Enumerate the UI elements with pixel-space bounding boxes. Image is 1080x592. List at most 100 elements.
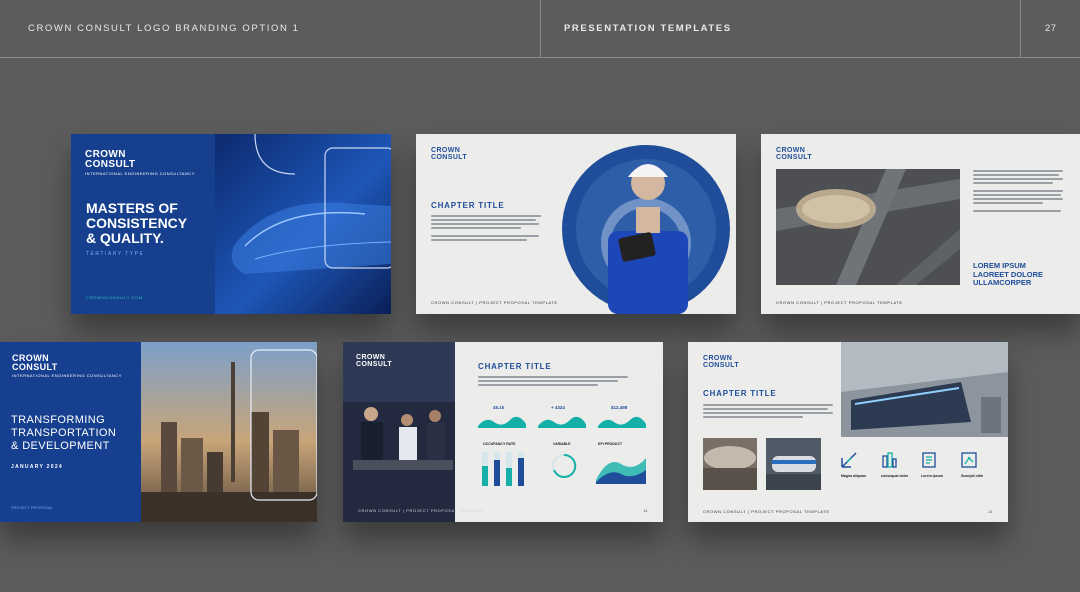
slide-footer: CROWNCONSULT.COM xyxy=(86,295,144,300)
stat-value: 45.1k xyxy=(493,405,505,410)
body-text-line xyxy=(478,376,628,378)
station-photo-small xyxy=(703,438,757,490)
slide-page-number: 14 xyxy=(643,508,648,513)
headline-line: ULLAMCORPER xyxy=(973,278,1032,287)
logo-line2: CONSULT xyxy=(776,154,813,161)
meeting-photo xyxy=(343,342,455,522)
logo-line2: CONSULT xyxy=(703,362,740,369)
city-skyline-photo xyxy=(141,342,317,522)
bar-chart-graphic xyxy=(482,452,524,486)
panel-title: KPI PRODUCT xyxy=(598,442,623,446)
slide-chapter-rail[interactable]: CROWN CONSULT CHAPTER TITLE Magna aliqua… xyxy=(688,342,1008,522)
slide-masters-of-consistency[interactable]: CROWN CONSULT INTERNATIONAL ENGINEERING … xyxy=(71,134,391,314)
logo: CROWN CONSULT xyxy=(356,354,392,368)
logo: CROWN CONSULT INTERNATIONAL ENGINEERING … xyxy=(85,150,195,177)
drafting-icon xyxy=(841,452,857,468)
header-section: PRESENTATION TEMPLATES xyxy=(564,23,732,34)
body-text-line xyxy=(973,190,1063,192)
body-text-line xyxy=(478,380,618,382)
panel-title: VARIABLE xyxy=(553,442,571,446)
slide-transforming-transportation[interactable]: CROWN CONSULT INTERNATIONAL ENGINEERING … xyxy=(0,342,317,522)
body-text-line xyxy=(703,412,833,414)
slide-headline: MASTERS OF CONSISTENCY & QUALITY. xyxy=(86,201,187,246)
slide-footer: CROWN CONSULT | PROJECT PROPOSAL TEMPLAT… xyxy=(776,300,903,305)
logo: CROWN CONSULT xyxy=(703,355,739,369)
chapter-title: CHAPTER TITLE xyxy=(431,201,505,210)
body-text-line xyxy=(431,215,541,217)
header-bar: CROWN CONSULT LOGO BRANDING OPTION 1 PRE… xyxy=(0,0,1080,58)
headline-line: TRANSFORMING xyxy=(11,414,106,426)
body-text-line xyxy=(973,210,1061,212)
logo: CROWN CONSULT xyxy=(776,147,812,161)
train-image xyxy=(215,134,391,314)
logo-tagline: INTERNATIONAL ENGINEERING CONSULTANCY xyxy=(12,373,122,378)
chapter-title: CHAPTER TITLE xyxy=(703,389,777,398)
body-text-line xyxy=(703,416,803,418)
map-grid-icon xyxy=(961,452,977,468)
slide-chapter-dashboard[interactable]: CROWN CONSULT CHAPTER TITLE 45.1k + 4324… xyxy=(343,342,663,522)
chapter-title: CHAPTER TITLE xyxy=(478,362,552,371)
slide-chapter-engineer[interactable]: CROWN CONSULT CHAPTER TITLE CROWN CONSUL… xyxy=(416,134,736,314)
panel-title: OCCUPANCY RATE xyxy=(483,442,516,446)
body-text-line xyxy=(973,198,1063,200)
body-text-line xyxy=(973,178,1063,180)
slide-footer: CROWN CONSULT | PROJECT PROPOSAL TEMPLAT… xyxy=(703,509,830,514)
header-divider xyxy=(1020,0,1021,57)
headline-line: TRANSPORTATION xyxy=(11,427,117,439)
header-title: CROWN CONSULT LOGO BRANDING OPTION 1 xyxy=(28,23,300,34)
body-text-line xyxy=(431,227,521,229)
train-station-photo xyxy=(841,342,1008,437)
logo-line2: CONSULT xyxy=(431,154,468,161)
donut-chart-graphic xyxy=(552,453,577,478)
headline-line: MASTERS OF xyxy=(86,200,178,216)
logo-line1: CROWN xyxy=(776,147,806,154)
slide-subline: TERTIARY TYPE xyxy=(86,251,145,257)
headline-line: & DEVELOPMENT xyxy=(11,440,110,452)
logo-line2: CONSULT xyxy=(85,159,136,170)
logo-line2: CONSULT xyxy=(12,362,58,372)
body-text-line xyxy=(973,194,1061,196)
body-text-line xyxy=(431,239,527,241)
headline-line: CONSISTENCY xyxy=(86,215,188,231)
blueprint-document-icon xyxy=(921,452,937,468)
logo-line1: CROWN xyxy=(356,354,386,361)
logo-line1: CROWN xyxy=(703,355,733,362)
logo: CROWN CONSULT xyxy=(431,147,467,161)
body-text-line xyxy=(973,170,1063,172)
logo-line2: CONSULT xyxy=(356,361,393,368)
logo-line1: CROWN xyxy=(431,147,461,154)
feature-label: Lorem ipsum xyxy=(921,474,943,478)
body-text-line xyxy=(703,408,828,410)
logo: CROWN CONSULT INTERNATIONAL ENGINEERING … xyxy=(12,354,122,379)
train-photo-small xyxy=(766,438,821,490)
slide-footer: CROWN CONSULT | PROJECT PROPOSAL TEMPLAT… xyxy=(431,300,558,305)
slide-date: JANUARY 2024 xyxy=(11,464,64,470)
feature-label: Magna aliquam xyxy=(841,474,867,478)
headline-line: & QUALITY. xyxy=(86,230,164,246)
area-chart-graphic xyxy=(596,458,646,484)
body-text-line xyxy=(703,404,833,406)
engineer-photo-circle xyxy=(560,143,732,314)
body-text-line xyxy=(431,235,539,237)
feature-label: consequat dolor xyxy=(881,474,909,478)
slide-page-number: 14 xyxy=(988,509,993,514)
header-page-number: 27 xyxy=(1045,23,1057,34)
body-text-line xyxy=(431,223,539,225)
body-text-line xyxy=(973,182,1053,184)
stat-value: $12,498 xyxy=(611,405,628,410)
slide-footer: PROJECT PROPOSAL xyxy=(11,505,53,510)
wave-sparklines xyxy=(478,416,646,428)
slide-lorem-ipsum-highway[interactable]: CROWN CONSULT LOREM IPSUM LAOREET DOLORE… xyxy=(761,134,1080,314)
slide-footer: CROWN CONSULT | PROJECT PROPOSAL TEMPLAT… xyxy=(358,508,485,513)
stat-value: + 4324 xyxy=(551,405,565,410)
slide-headline: LOREM IPSUM LAOREET DOLORE ULLAMCORPER xyxy=(973,261,1043,288)
highway-aerial-photo xyxy=(776,169,960,285)
slide-headline: TRANSFORMING TRANSPORTATION & DEVELOPMEN… xyxy=(11,414,116,453)
feature-label: Suscipit nibh xyxy=(961,474,983,478)
logo-tagline: INTERNATIONAL ENGINEERING CONSULTANCY xyxy=(85,171,195,176)
body-text-line xyxy=(431,219,536,221)
city-building-icon xyxy=(881,452,897,468)
header-divider xyxy=(540,0,541,57)
body-text-line xyxy=(478,384,598,386)
body-text-line xyxy=(973,202,1043,204)
